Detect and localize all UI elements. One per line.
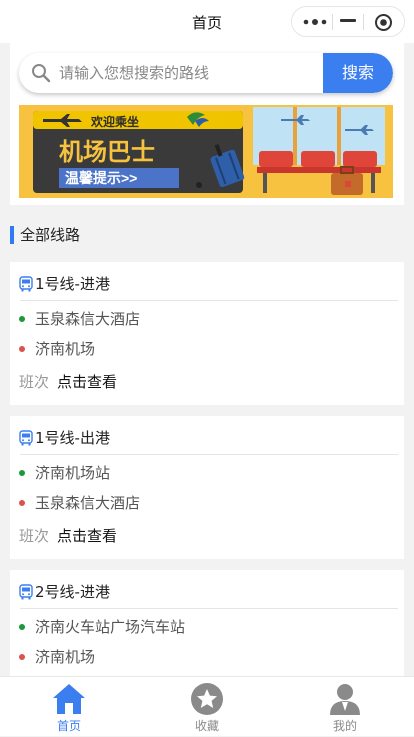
route-name: 1号线-进港 (35, 275, 110, 293)
section-accent-bar (10, 226, 14, 244)
route-name: 2号线-进港 (35, 583, 110, 601)
route-name: 1号线-出港 (35, 429, 110, 447)
end-dot (19, 654, 25, 660)
search-bar: 搜索 (19, 53, 393, 93)
bottom-tab-bar: 首页 收藏 我的 (0, 676, 414, 736)
route-divider (20, 300, 398, 301)
search-icon (32, 64, 51, 83)
close-program-icon[interactable] (374, 13, 393, 32)
banner-welcome-text: 欢迎乘坐 (90, 114, 139, 129)
end-stop-label: 玉泉森信大酒店 (35, 494, 141, 512)
banner-tip-text: 温馨提示>> (65, 170, 137, 186)
route-card[interactable]: 2号线-进港 济南火车站广场汽车站 济南机场 (10, 570, 404, 676)
capsule-divider (332, 14, 333, 30)
start-stop-label: 玉泉森信大酒店 (35, 310, 141, 328)
section-title: 全部线路 (20, 226, 81, 244)
route-card[interactable]: 1号线-出港 济南机场站 玉泉森信大酒店 班次 点击查看 (10, 416, 404, 559)
home-icon (53, 684, 85, 714)
tab-profile[interactable]: 我的 (276, 677, 414, 737)
route-divider (20, 454, 398, 455)
banner-title-text: 机场巴士 (59, 139, 155, 166)
end-stop-label: 济南机场 (35, 648, 96, 666)
tab-favorites[interactable]: 收藏 (138, 677, 276, 737)
search-input[interactable] (59, 53, 319, 93)
header-panel: 搜索 欢迎乘坐 机场巴士 温馨提示>> (10, 43, 404, 205)
schedule-row: 班次 点击查看 (19, 372, 117, 392)
start-dot (19, 624, 25, 630)
start-stop-label: 济南火车站广场汽车站 (35, 618, 186, 636)
route-card[interactable]: 1号线-进港 玉泉森信大酒店 济南机场 班次 点击查看 (10, 262, 404, 405)
navigation-bar: 首页 (0, 0, 414, 43)
start-dot (19, 470, 25, 476)
bus-icon (19, 276, 33, 292)
minimize-icon[interactable] (340, 19, 356, 22)
schedule-row: 班次 点击查看 (19, 526, 117, 546)
start-stop-label: 济南机场站 (35, 464, 111, 482)
tab-home[interactable]: 首页 (0, 677, 138, 737)
mini-program-capsule (291, 6, 405, 37)
bus-icon (19, 430, 33, 446)
bus-icon (19, 584, 33, 600)
schedule-label: 班次 (19, 527, 50, 545)
user-icon (330, 684, 360, 715)
view-schedule-link[interactable]: 点击查看 (57, 373, 117, 391)
search-button[interactable]: 搜索 (323, 53, 393, 93)
star-icon (191, 683, 223, 715)
route-divider (20, 608, 398, 609)
tab-label: 收藏 (194, 719, 219, 733)
view-schedule-link[interactable]: 点击查看 (57, 527, 117, 545)
start-dot (19, 316, 25, 322)
end-stop-label: 济南机场 (35, 340, 96, 358)
tab-label: 首页 (56, 719, 81, 733)
capsule-divider (363, 14, 364, 30)
end-dot (19, 500, 25, 506)
end-dot (19, 346, 25, 352)
more-options-icon[interactable] (300, 14, 330, 30)
schedule-label: 班次 (19, 373, 50, 391)
tab-label: 我的 (332, 719, 357, 733)
airport-bus-banner[interactable]: 欢迎乘坐 机场巴士 温馨提示>> (19, 105, 393, 198)
